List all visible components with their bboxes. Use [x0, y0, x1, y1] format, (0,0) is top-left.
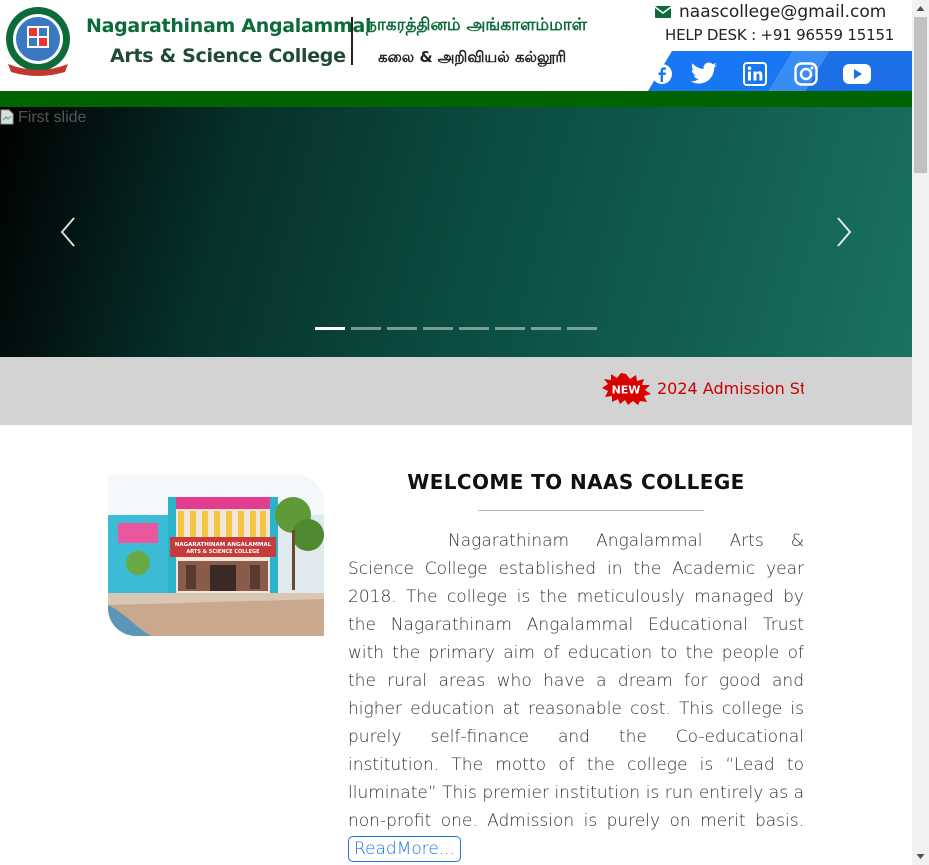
twitter-icon[interactable]	[690, 61, 718, 87]
new-badge-icon: NEW	[602, 373, 651, 405]
instagram-icon[interactable]	[792, 61, 820, 87]
welcome-paragraph-text: Nagarathinam Angalammal Arts & Science C…	[348, 531, 804, 831]
college-name-tamil-line1: நாகரத்தினம் அங்காளம்மாள்	[366, 15, 587, 35]
header-green-bar	[0, 91, 912, 107]
carousel-indicators	[315, 327, 597, 330]
help-desk: HELP DESK : +91 96559 15151	[665, 26, 895, 44]
site-header: Nagarathinam Angalammal Arts & Science C…	[0, 0, 912, 91]
ticker-window[interactable]: NEW 2024 Admission Started...	[600, 373, 804, 405]
page-scrollbar[interactable]	[912, 0, 929, 865]
carousel-indicator-8[interactable]	[567, 327, 597, 330]
scrollbar-thumb[interactable]	[914, 17, 927, 173]
svg-text:NAGARATHINAM ANGALAMMAL: NAGARATHINAM ANGALAMMAL	[175, 542, 272, 548]
new-badge-label: NEW	[612, 384, 641, 397]
envelope-icon	[655, 6, 671, 18]
college-logo[interactable]	[3, 6, 73, 76]
carousel-indicator-1[interactable]	[315, 327, 345, 330]
welcome-paragraph: Nagarathinam Angalammal Arts & Science C…	[348, 527, 804, 863]
welcome-title: WELCOME TO NAAS COLLEGE	[407, 470, 745, 494]
slide-image-alt: First slide	[0, 107, 86, 129]
carousel-indicator-6[interactable]	[495, 327, 525, 330]
scroll-down-icon[interactable]	[912, 848, 929, 865]
read-more-button[interactable]: ReadMore...	[348, 836, 462, 862]
campus-photo: NAGARATHINAM ANGALAMMAL ARTS & SCIENCE C…	[108, 475, 324, 636]
facebook-icon[interactable]	[648, 61, 676, 87]
carousel-indicator-5[interactable]	[459, 327, 489, 330]
email-row[interactable]: naascollege@gmail.com	[655, 0, 895, 24]
social-bar	[648, 51, 912, 91]
carousel-indicator-4[interactable]	[423, 327, 453, 330]
svg-text:ARTS & SCIENCE COLLEGE: ARTS & SCIENCE COLLEGE	[186, 549, 260, 555]
college-name-tamil-line2: கலை & அறிவியல் கல்லூரி	[378, 48, 567, 66]
news-ticker: NEW 2024 Admission Started...	[0, 357, 912, 425]
broken-image-icon	[0, 109, 14, 125]
youtube-icon[interactable]	[843, 61, 871, 87]
college-name-line2: Arts & Science College	[110, 45, 346, 67]
welcome-title-rule	[478, 510, 704, 511]
contact-info: naascollege@gmail.com HELP DESK : +91 96…	[655, 0, 895, 44]
college-name-line1: Nagarathinam Angalammal	[86, 15, 372, 37]
welcome-section: NAGARATHINAM ANGALAMMAL ARTS & SCIENCE C…	[0, 425, 912, 865]
slide-alt-text: First slide	[18, 109, 87, 126]
social-icons	[648, 51, 912, 91]
carousel-prev-icon[interactable]	[58, 215, 78, 249]
carousel-next-icon[interactable]	[834, 215, 854, 249]
carousel-indicator-3[interactable]	[387, 327, 417, 330]
ticker-text[interactable]: 2024 Admission Started...	[657, 378, 804, 400]
college-name-english: Nagarathinam Angalammal Arts & Science C…	[86, 11, 372, 71]
scroll-up-icon[interactable]	[912, 0, 929, 17]
hero-carousel[interactable]: First slide	[0, 107, 912, 357]
carousel-indicator-2[interactable]	[351, 327, 381, 330]
email-link[interactable]: naascollege@gmail.com	[679, 2, 886, 22]
carousel-indicator-7[interactable]	[531, 327, 561, 330]
college-name-tamil: நாகரத்தினம் அங்காளம்மாள் கலை & அறிவியல் …	[366, 9, 587, 73]
linkedin-icon[interactable]	[741, 61, 769, 87]
header-divider	[351, 17, 353, 65]
